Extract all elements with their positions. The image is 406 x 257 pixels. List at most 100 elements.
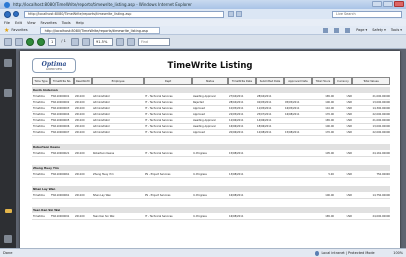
print-icon[interactable] <box>345 27 351 33</box>
menu-edit[interactable]: Edit <box>15 21 22 25</box>
column-header: TimeWrite Date <box>228 77 256 85</box>
table-cell: 22,000.00000 <box>372 113 391 116</box>
table-cell: In Progress <box>193 152 207 155</box>
prev-page-icon[interactable] <box>26 37 34 46</box>
zone-label: Local intranet | Protected Mode: Off <box>321 251 375 255</box>
feeds-icon[interactable] <box>334 27 340 33</box>
table-cell <box>284 172 312 177</box>
next-page-icon[interactable] <box>37 37 45 46</box>
table-cell: IT - Technical Services <box>145 95 173 98</box>
table-cell: USD <box>346 215 352 218</box>
table-cell: Timetime <box>33 194 45 197</box>
zoom-out-icon[interactable] <box>70 37 79 46</box>
column-header: Total Values <box>352 77 390 85</box>
table-cell: 18/06/2011 <box>257 125 272 128</box>
minimize-button[interactable] <box>372 1 382 7</box>
table-cell: 22/05/2011 <box>229 113 244 116</box>
table-cell: Rejected <box>193 101 204 104</box>
find-input[interactable]: Find <box>137 37 170 46</box>
table-cell: 13,000.00000 <box>372 101 391 104</box>
table-cell <box>284 124 312 129</box>
signatures-icon[interactable] <box>4 235 12 243</box>
table-cell <box>284 118 312 123</box>
group-header: Tean Kan Sin Wai <box>32 207 390 213</box>
stop-icon[interactable] <box>236 11 242 17</box>
table-cell: 201100 <box>75 119 85 122</box>
save-icon[interactable] <box>4 37 12 46</box>
favorites-star-icon[interactable]: ★ <box>4 27 9 34</box>
menu-file[interactable]: File <box>4 21 10 25</box>
refresh-icon[interactable] <box>228 11 234 17</box>
table-cell: TW110000002 <box>51 101 70 104</box>
menu-bar: File Edit View Favorites Tools Help <box>0 19 406 26</box>
menu-help[interactable]: Help <box>76 21 84 25</box>
favorites-label[interactable]: Favorites <box>11 28 27 32</box>
table-cell: Timetime <box>33 215 45 218</box>
table-cell: 05/05/2011 <box>285 101 300 104</box>
table-cell: Administrator <box>93 101 111 104</box>
table-cell: 201100 <box>75 107 85 110</box>
table-cell: 201100 <box>75 194 85 197</box>
group-header: Kevin Anderson <box>32 87 390 93</box>
document-viewport[interactable]: Optima ADMIN VIEW TimeWrite Listing Time… <box>16 49 406 248</box>
table-cell: Approved <box>193 131 205 134</box>
table-cell: 750.00000 <box>376 173 390 176</box>
table-cell: 165.00 <box>325 119 334 122</box>
menu-tools[interactable]: Tools <box>62 21 71 25</box>
column-header: Currency <box>334 77 352 85</box>
maximize-button[interactable] <box>383 1 393 7</box>
table-cell: Administrator <box>93 131 111 134</box>
table-cell: USD <box>346 95 352 98</box>
zoom-select[interactable]: 91.5% <box>92 37 113 46</box>
table-cell: In Progress <box>193 173 207 176</box>
table-cell: USD <box>346 119 352 122</box>
browser-tab[interactable]: http://localhost:8080/TimeWrite/reports/… <box>39 26 160 34</box>
table-cell: USD <box>346 125 352 128</box>
fit-page-icon[interactable] <box>115 37 124 46</box>
table-cell: 201100 <box>75 125 85 128</box>
group-header: Robertson Keane <box>32 144 390 150</box>
table-cell: 165.00 <box>325 95 334 98</box>
table-cell: 100.00 <box>325 101 334 104</box>
table-cell <box>256 214 284 219</box>
attachments-icon[interactable] <box>4 209 12 213</box>
table-cell: IT - Technical Services <box>145 215 173 218</box>
page-number-input[interactable]: 1 <box>48 37 57 46</box>
url-input[interactable]: http://localhost:8080/TimeWrite/reports/… <box>24 10 224 18</box>
tools-menu[interactable]: Tools ▾ <box>391 28 402 32</box>
table-cell: USD <box>346 194 352 197</box>
table-cell: 15/08/2011 <box>229 152 244 155</box>
page-menu[interactable]: Page ▾ <box>356 28 367 32</box>
back-button[interactable] <box>4 10 11 18</box>
table-cell: TW110000091 <box>51 215 70 218</box>
table-cell: 22,000.00000 <box>372 131 391 134</box>
table-cell: 16/06/2011 <box>229 125 244 128</box>
fit-width-icon[interactable] <box>126 37 135 46</box>
table-cell: Timetime <box>33 173 45 176</box>
table-cell: Robertson Keane <box>93 152 115 155</box>
safety-menu[interactable]: Safety ▾ <box>372 28 386 32</box>
print-pdf-icon[interactable] <box>15 37 23 46</box>
table-cell: 21,000.00000 <box>372 119 391 122</box>
table-cell: 25/07/2011 <box>257 113 272 116</box>
bookmarks-panel-icon[interactable] <box>4 89 12 97</box>
table-cell: 100.00 <box>325 125 334 128</box>
menu-view[interactable]: View <box>27 21 36 25</box>
home-icon[interactable] <box>323 27 329 33</box>
menu-favorites[interactable]: Favorites <box>41 21 57 25</box>
pages-panel-icon[interactable] <box>4 59 12 67</box>
table-cell: 16/08/2011 <box>229 215 244 218</box>
close-button[interactable] <box>394 1 404 7</box>
table-cell: 15/08/2011 <box>285 131 300 134</box>
search-input[interactable]: Live Search <box>332 10 402 18</box>
zoom-in-icon[interactable] <box>81 37 90 46</box>
status-text: Done <box>3 251 13 255</box>
table-cell: Nhan Lay Wan <box>93 194 111 197</box>
table-cell: TW110000006 <box>51 125 70 128</box>
table-cell: TW110000003 <box>51 107 70 110</box>
status-zoom[interactable]: 100% <box>375 251 403 255</box>
table-cell: 201100 <box>75 95 85 98</box>
forward-button[interactable] <box>13 11 19 17</box>
table-cell: Timetime <box>33 107 45 110</box>
table-cell <box>284 94 312 99</box>
